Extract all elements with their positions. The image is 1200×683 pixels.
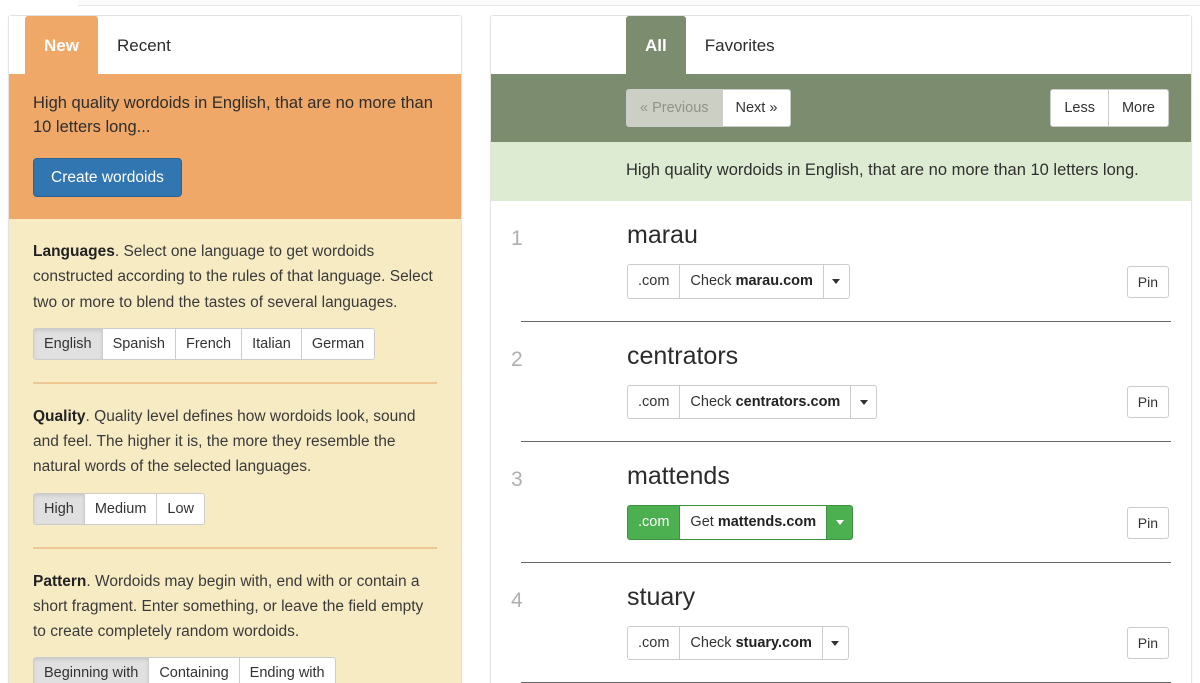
pattern-button-group: Beginning with Containing Ending with — [33, 657, 437, 683]
language-option-french[interactable]: French — [175, 327, 243, 361]
tld-button[interactable]: .com — [627, 625, 681, 661]
summary-block: High quality wordoids in English, that a… — [9, 74, 461, 220]
domain-action-button[interactable]: Get mattends.com — [680, 505, 828, 540]
generator-form-panel: New Recent High quality wordoids in Engl… — [8, 15, 462, 683]
pin-button[interactable]: Pin — [1126, 386, 1169, 419]
language-option-german[interactable]: German — [301, 327, 376, 361]
pattern-description: Pattern. Wordoids may begin with, end wi… — [33, 569, 437, 644]
create-wordoids-button[interactable]: Create wordoids — [33, 157, 182, 198]
domain-action-button[interactable]: Check stuary.com — [680, 625, 823, 661]
tab-new-label: New — [44, 35, 79, 55]
result-content: marau .com Check marau.com — [545, 223, 1127, 299]
domain-name: stuary.com — [735, 634, 812, 651]
domain-action-verb: Check — [690, 634, 732, 651]
tab-favorites-label: Favorites — [704, 35, 775, 55]
chevron-down-icon[interactable] — [851, 384, 878, 420]
quality-button-group: High Medium Low — [33, 492, 437, 525]
result-item: 4 stuary .com Check stuary.com Pin — [491, 563, 1191, 683]
results-panel: All Favorites « Previous Next » Less Mor… — [490, 15, 1192, 683]
tab-new[interactable]: New — [25, 16, 98, 74]
more-results-button[interactable]: More — [1108, 88, 1169, 128]
quality-description: Quality. Quality level defines how wordo… — [33, 404, 437, 479]
results-toolbar: « Previous Next » Less More — [491, 74, 1191, 142]
result-content: mattends .com Get mattends.com — [545, 464, 1127, 540]
field-languages: Languages. Select one language to get wo… — [33, 239, 437, 362]
settings-block: Languages. Select one language to get wo… — [9, 219, 461, 683]
pagination-group: « Previous Next » — [626, 88, 792, 128]
domain-name: marau.com — [735, 273, 813, 290]
tld-button[interactable]: .com — [627, 264, 681, 299]
language-option-english[interactable]: English — [33, 327, 103, 361]
chevron-down-icon[interactable] — [827, 505, 854, 540]
tld-button[interactable]: .com — [627, 384, 681, 420]
quality-option-high[interactable]: High — [33, 492, 85, 525]
language-option-spanish[interactable]: Spanish — [102, 327, 176, 361]
pattern-option-ending-with[interactable]: Ending with — [239, 657, 336, 683]
domain-check-group: .com Check centrators.com — [627, 384, 1127, 420]
domain-check-group: .com Check marau.com — [627, 264, 1127, 299]
languages-description: Languages. Select one language to get wo… — [33, 239, 437, 314]
pattern-description-text: . Wordoids may begin with, end with or c… — [33, 573, 424, 641]
settings-divider-2 — [33, 547, 437, 549]
pattern-option-beginning-with[interactable]: Beginning with — [33, 657, 150, 683]
result-index: 2 — [511, 347, 523, 371]
domain-action-verb: Check — [690, 273, 732, 290]
domain-action-button[interactable]: Check centrators.com — [680, 384, 852, 420]
domain-action-verb: Get — [690, 514, 714, 531]
field-quality: Quality. Quality level defines how wordo… — [33, 404, 437, 527]
result-item: 2 centrators .com Check centrators.com P… — [491, 322, 1191, 443]
previous-page-button[interactable]: « Previous — [626, 88, 723, 128]
next-page-button[interactable]: Next » — [722, 88, 792, 128]
tab-recent-label: Recent — [116, 35, 171, 55]
quality-description-text: . Quality level defines how wordoids loo… — [33, 408, 416, 476]
pin-button[interactable]: Pin — [1126, 627, 1169, 660]
languages-title: Languages — [33, 243, 115, 261]
domain-action-button[interactable]: Check marau.com — [680, 264, 824, 299]
result-content: stuary .com Check stuary.com — [545, 582, 1127, 661]
chevron-down-icon[interactable] — [823, 264, 850, 299]
domain-available-group: .com Get mattends.com — [627, 505, 1127, 540]
result-index: 3 — [511, 468, 523, 492]
generator-summary-text: High quality wordoids in English, that a… — [33, 94, 433, 136]
pattern-title: Pattern — [33, 573, 87, 590]
result-word: centrators — [627, 341, 739, 370]
pin-button[interactable]: Pin — [1126, 265, 1169, 298]
results-description: High quality wordoids in English, that a… — [491, 142, 1191, 202]
result-index: 4 — [511, 588, 523, 612]
result-word: stuary — [627, 582, 696, 611]
tab-recent[interactable]: Recent — [98, 16, 190, 74]
field-pattern: Pattern. Wordoids may begin with, end wi… — [33, 569, 437, 683]
quality-option-medium[interactable]: Medium — [84, 492, 158, 525]
result-word: marau — [627, 221, 698, 250]
less-results-button[interactable]: Less — [1050, 88, 1109, 128]
quality-option-low[interactable]: Low — [157, 492, 206, 525]
top-edge-strip — [78, 0, 1200, 6]
left-tab-bar: New Recent — [9, 16, 461, 74]
language-button-group: English Spanish French Italian German — [33, 327, 437, 361]
result-item: 3 mattends .com Get mattends.com Pin — [491, 442, 1191, 563]
app-page: New Recent High quality wordoids in Engl… — [0, 0, 1200, 683]
language-option-italian[interactable]: Italian — [242, 327, 302, 361]
pin-button[interactable]: Pin — [1126, 506, 1169, 539]
chevron-down-icon[interactable] — [822, 625, 849, 661]
tab-all[interactable]: All — [626, 16, 686, 74]
pattern-option-containing[interactable]: Containing — [149, 657, 240, 683]
tab-all-label: All — [645, 35, 667, 55]
domain-check-group: .com Check stuary.com — [627, 625, 1127, 661]
result-content: centrators .com Check centrators.com — [545, 341, 1127, 420]
domain-name: centrators.com — [735, 393, 841, 410]
tld-button[interactable]: .com — [627, 505, 681, 540]
result-item: 1 marau .com Check marau.com Pin — [491, 201, 1191, 322]
result-word: mattends — [627, 462, 730, 491]
domain-action-verb: Check — [690, 393, 732, 410]
tab-favorites[interactable]: Favorites — [686, 16, 794, 74]
right-tab-bar: All Favorites — [491, 16, 1191, 74]
result-index: 1 — [511, 227, 523, 251]
results-list: 1 marau .com Check marau.com Pin 2 centr… — [491, 201, 1191, 683]
result-count-group: Less More — [1050, 88, 1169, 128]
domain-name: mattends.com — [717, 514, 817, 531]
quality-title: Quality — [33, 408, 86, 426]
settings-divider-1 — [33, 382, 437, 385]
